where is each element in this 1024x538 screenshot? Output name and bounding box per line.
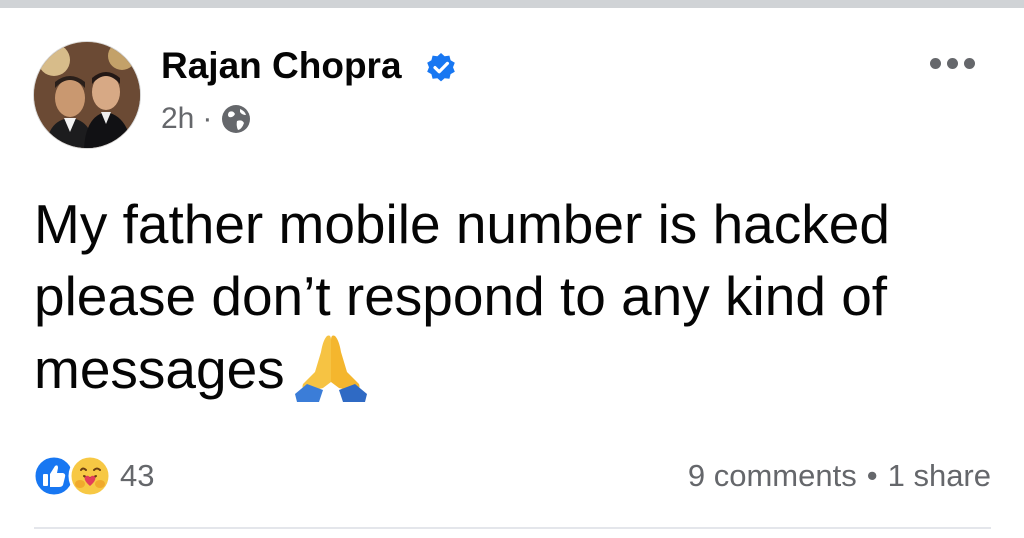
comments-link[interactable]: 9 comments: [688, 458, 857, 494]
verified-badge-icon: [427, 53, 455, 82]
post-body: My father mobile number is hacked please…: [34, 188, 964, 405]
reaction-count: 43: [120, 458, 155, 493]
footer-divider: [34, 527, 991, 529]
post-meta: 2h ·: [161, 99, 252, 139]
post-body-text: My father mobile number is hacked please…: [34, 193, 890, 400]
more-options-icon-dot: [946, 57, 958, 69]
post-time[interactable]: 2h: [161, 102, 194, 136]
more-options-icon-dot: [963, 57, 975, 69]
globe-icon[interactable]: [220, 103, 252, 135]
more-options-button[interactable]: [922, 48, 982, 78]
avatar-photo: [34, 42, 140, 148]
engagement-summary: 9 comments • 1 share: [688, 452, 991, 500]
care-reaction-icon: [68, 454, 112, 498]
top-divider: [0, 0, 1024, 8]
reactions-summary[interactable]: 43: [32, 452, 154, 500]
meta-separator: ·: [202, 102, 213, 135]
more-options-icon: [929, 57, 941, 69]
engagement-separator: •: [866, 458, 878, 493]
avatar[interactable]: [33, 41, 141, 149]
folded-hands-emoji-icon: [294, 335, 367, 402]
shares-link[interactable]: 1 share: [888, 458, 991, 494]
author-name[interactable]: Rajan Chopra: [161, 44, 402, 88]
